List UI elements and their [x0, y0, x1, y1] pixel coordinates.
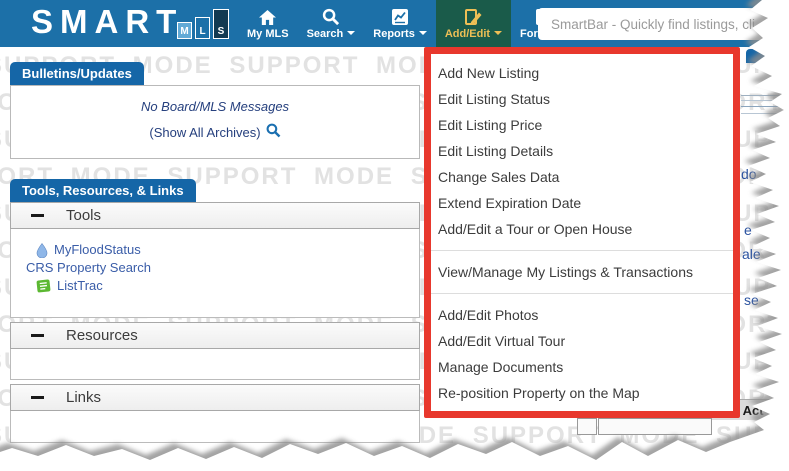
- menu-item-add-edit-photos[interactable]: Add/Edit Photos: [431, 302, 733, 328]
- menu-item-view-manage-listings[interactable]: View/Manage My Listings & Transactions: [431, 259, 733, 285]
- show-all-archives-link[interactable]: (Show All Archives): [149, 123, 280, 141]
- magnifier-icon: [266, 123, 281, 141]
- smartmls-app: SUPPORT MODE SUPPORT MODE SUPPORT MODE S…: [0, 0, 789, 471]
- collapse-minus-icon: [31, 396, 44, 399]
- add-edit-dropdown-highlighted: Add New Listing Edit Listing Status Edit…: [424, 47, 740, 418]
- link-listtrac[interactable]: ListTrac: [26, 277, 419, 295]
- menu-item-add-new-listing[interactable]: Add New Listing: [431, 60, 733, 86]
- collapse-minus-icon: [31, 334, 44, 337]
- smart-logo: SMART: [31, 3, 184, 40]
- resources-section-header[interactable]: Resources: [10, 322, 420, 349]
- home-icon: [258, 7, 277, 27]
- menu-separator: [431, 250, 733, 251]
- caret-down-icon: [418, 31, 427, 35]
- torn-panel-header-fragment: [746, 49, 789, 63]
- watermark-row: SUPPORT MODE SUPPORT MODE SUPPORT MODE S…: [0, 454, 789, 471]
- smartbar-input[interactable]: [538, 8, 778, 40]
- torn-line-fragment: [741, 106, 789, 107]
- resources-section-body: [10, 349, 420, 380]
- link-crs-property-search[interactable]: CRS Property Search: [26, 259, 419, 277]
- no-messages-text: No Board/MLS Messages: [140, 99, 290, 114]
- nav-item-search[interactable]: Search: [298, 0, 365, 47]
- links-section-header[interactable]: Links: [10, 384, 420, 411]
- menu-item-add-edit-virtual-tour[interactable]: Add/Edit Virtual Tour: [431, 328, 733, 354]
- mls-box-l: L: [195, 17, 210, 39]
- reports-icon: [391, 7, 409, 27]
- torn-line-fragment: [741, 95, 789, 96]
- menu-item-change-sales-data[interactable]: Change Sales Data: [431, 164, 733, 190]
- torn-link-fragment: ale: [742, 246, 761, 262]
- search-icon: [322, 7, 340, 27]
- edit-icon: [464, 7, 483, 27]
- torn-line-fragment: [741, 100, 789, 101]
- mls-logo-boxes: M L S: [177, 8, 229, 39]
- nav-item-reports[interactable]: Reports: [364, 0, 436, 47]
- mls-box-s: S: [213, 9, 229, 39]
- nav-label: Search: [307, 28, 356, 40]
- nav-menu: My MLS Search Reports Add/Edit Forms: [238, 0, 575, 47]
- nav-label: My MLS: [247, 28, 289, 40]
- torn-line-fragment: [741, 113, 789, 114]
- menu-item-edit-listing-status[interactable]: Edit Listing Status: [431, 86, 733, 112]
- collapse-minus-icon: [31, 214, 44, 217]
- torn-link-fragment: se: [744, 292, 759, 308]
- torn-link-fragment: e: [744, 222, 752, 238]
- nav-item-add-edit[interactable]: Add/Edit: [435, 0, 512, 47]
- menu-item-edit-listing-details[interactable]: Edit Listing Details: [431, 138, 733, 164]
- nav-label: Add/Edit: [445, 28, 503, 40]
- smartbar-search: [538, 8, 778, 40]
- menu-item-reposition-property-map[interactable]: Re-position Property on the Map: [431, 380, 733, 406]
- top-navbar: SMART M L S My MLS Search Reports Add/Ed…: [0, 0, 789, 47]
- menu-item-manage-documents[interactable]: Manage Documents: [431, 354, 733, 380]
- nav-label: Reports: [373, 28, 427, 40]
- menu-item-add-edit-tour-open-house[interactable]: Add/Edit a Tour or Open House: [431, 216, 733, 242]
- torn-cell-fragment: [577, 418, 597, 435]
- nav-item-my-mls[interactable]: My MLS: [238, 0, 298, 47]
- bulletins-updates-tab: Bulletins/Updates: [10, 62, 144, 85]
- caret-down-icon: [494, 31, 503, 35]
- links-section-body: [10, 411, 420, 443]
- water-drop-icon: [36, 242, 48, 258]
- green-doc-icon: [36, 279, 51, 293]
- tools-resources-links-tab: Tools, Resources, & Links: [10, 179, 196, 202]
- menu-item-edit-listing-price[interactable]: Edit Listing Price: [431, 112, 733, 138]
- menu-separator: [431, 293, 733, 294]
- link-myfloodstatus[interactable]: MyFloodStatus: [26, 241, 419, 259]
- torn-cell-fragment: [598, 418, 712, 435]
- menu-item-extend-expiration-date[interactable]: Extend Expiration Date: [431, 190, 733, 216]
- mls-box-m: M: [177, 22, 192, 39]
- bulletins-panel: No Board/MLS Messages (Show All Archives…: [10, 85, 420, 159]
- tools-section-body: MyFloodStatus CRS Property Search ListTr…: [10, 229, 420, 318]
- torn-link-fragment: do.: [741, 166, 761, 182]
- caret-down-icon: [347, 31, 356, 35]
- tools-section-header[interactable]: Tools: [10, 202, 420, 229]
